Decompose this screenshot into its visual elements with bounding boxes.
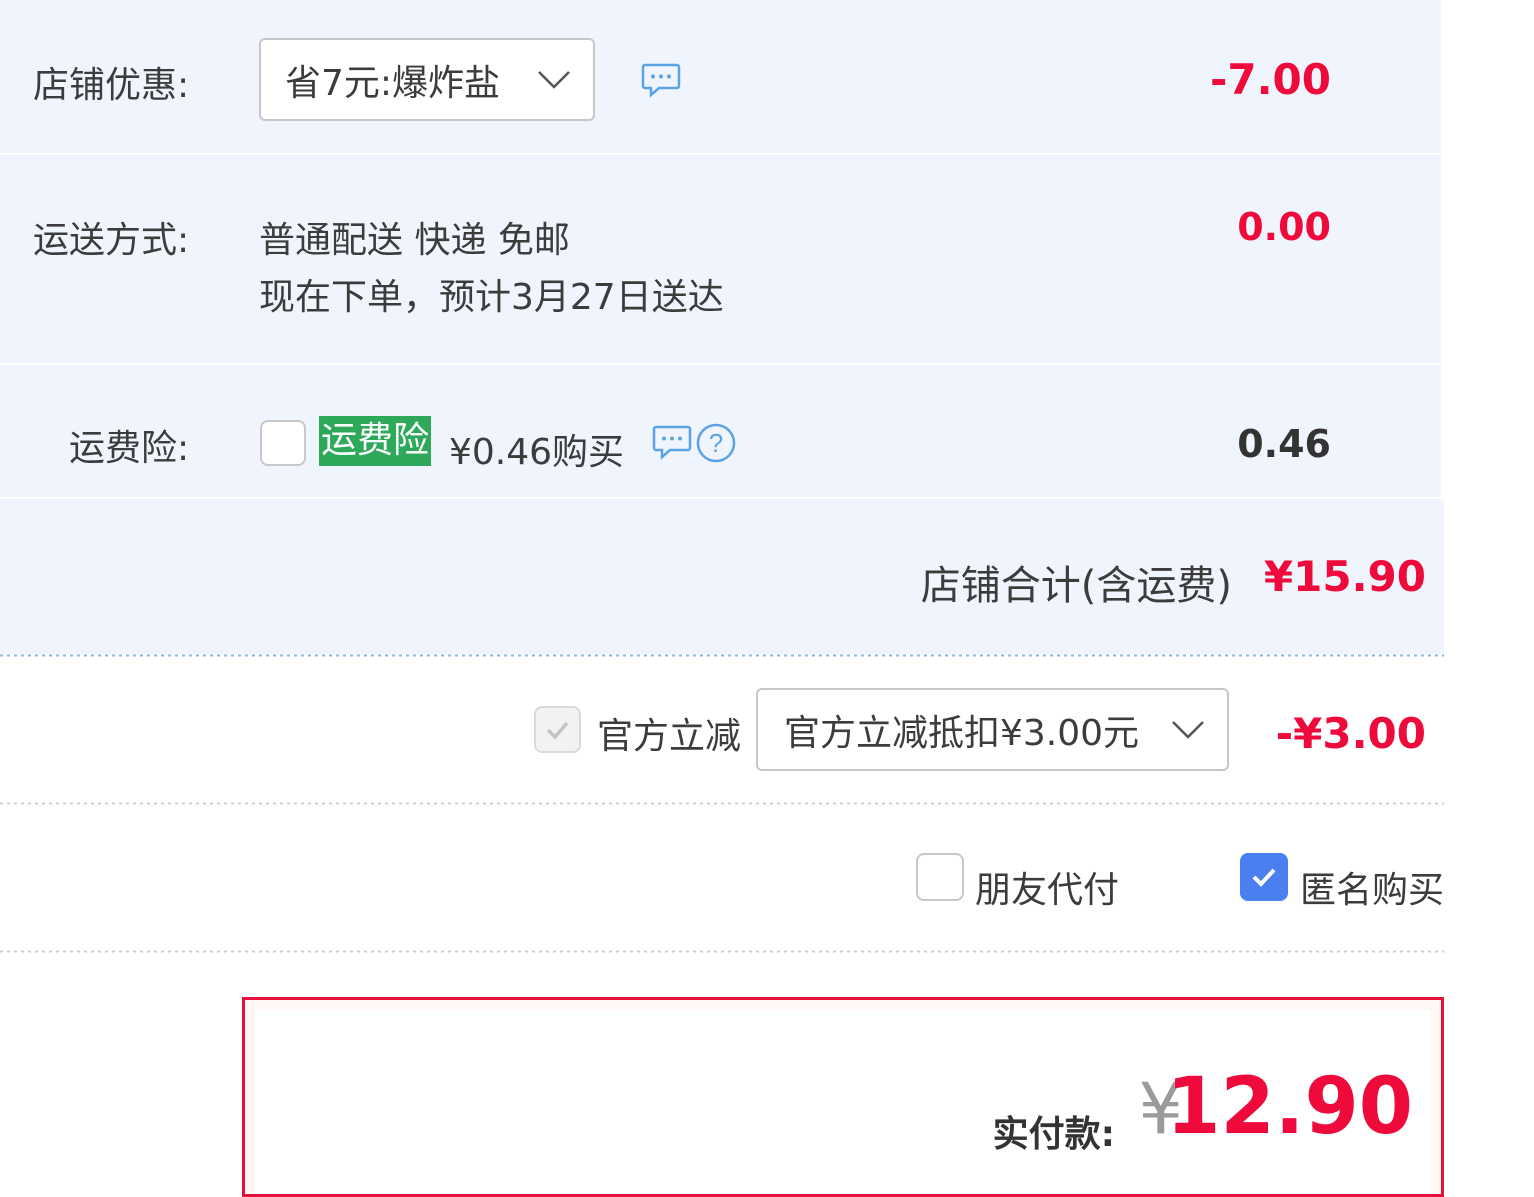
divider	[0, 950, 1444, 953]
shop-discount-amount: -7.00	[1209, 55, 1331, 104]
shop-total-amount: ¥15.90	[1263, 552, 1426, 601]
shop-discount-row: 店铺优惠: 省7元:爆炸盐 -7.00	[0, 0, 1441, 153]
payment-label: 实付款:	[992, 1114, 1115, 1155]
shipping-row: 运送方式: 普通配送 快递 免邮 现在下单，预计3月27日送达 0.00	[0, 155, 1441, 363]
help-question-icon[interactable]: ?	[695, 422, 737, 464]
freight-insurance-label: 运费险:	[69, 428, 190, 469]
shop-total-row: 店铺合计(含运费) ¥15.90	[0, 499, 1444, 654]
payment-amount: 12.90	[1166, 1062, 1413, 1152]
chevron-down-icon	[538, 70, 570, 89]
shipping-label: 运送方式:	[33, 220, 190, 261]
shop-total-label: 店铺合计(含运费)	[920, 563, 1232, 609]
options-row: 朋友代付 匿名购买	[0, 805, 1444, 950]
anonymous-checkbox[interactable]	[1240, 853, 1288, 901]
checkmark-icon	[1252, 868, 1276, 887]
shop-discount-label: 店铺优惠:	[33, 65, 190, 106]
freight-insurance-amount: 0.46	[1237, 422, 1331, 466]
chevron-down-icon	[1172, 720, 1204, 739]
official-discount-select-value: 官方立减抵扣¥3.00元	[784, 712, 1140, 754]
chat-bubble-icon[interactable]	[641, 62, 681, 98]
official-discount-row: 官方立减 官方立减抵扣¥3.00元 -¥3.00	[0, 657, 1444, 802]
friend-pay-label: 朋友代付	[975, 870, 1120, 911]
official-discount-checkbox[interactable]	[534, 706, 581, 753]
freight-insurance-row: 运费险: 运费险 ¥0.46购买 ? 0.46	[0, 365, 1441, 497]
payment-summary-inner: 实付款: ¥ 12.90	[255, 1010, 1431, 1194]
official-discount-select[interactable]: 官方立减抵扣¥3.00元	[756, 688, 1229, 771]
shipping-amount: 0.00	[1237, 205, 1331, 249]
chat-bubble-icon[interactable]	[652, 424, 692, 460]
checkmark-icon	[546, 721, 569, 740]
official-discount-label: 官方立减	[597, 716, 742, 757]
freight-insurance-checkbox[interactable]	[260, 420, 306, 466]
anonymous-label: 匿名购买	[1300, 870, 1445, 911]
shop-discount-select[interactable]: 省7元:爆炸盐	[259, 38, 595, 121]
shipping-eta: 现在下单，预计3月27日送达	[259, 277, 724, 318]
svg-text:?: ?	[709, 428, 723, 458]
freight-insurance-badge: 运费险	[319, 416, 432, 466]
friend-pay-checkbox[interactable]	[916, 853, 964, 901]
payment-summary-box: 实付款: ¥ 12.90	[242, 997, 1444, 1197]
shop-discount-select-value: 省7元:爆炸盐	[285, 62, 501, 104]
freight-insurance-price: ¥0.46购买	[449, 432, 625, 473]
shipping-method: 普通配送 快递 免邮	[259, 220, 570, 261]
official-discount-amount: -¥3.00	[1275, 709, 1426, 758]
